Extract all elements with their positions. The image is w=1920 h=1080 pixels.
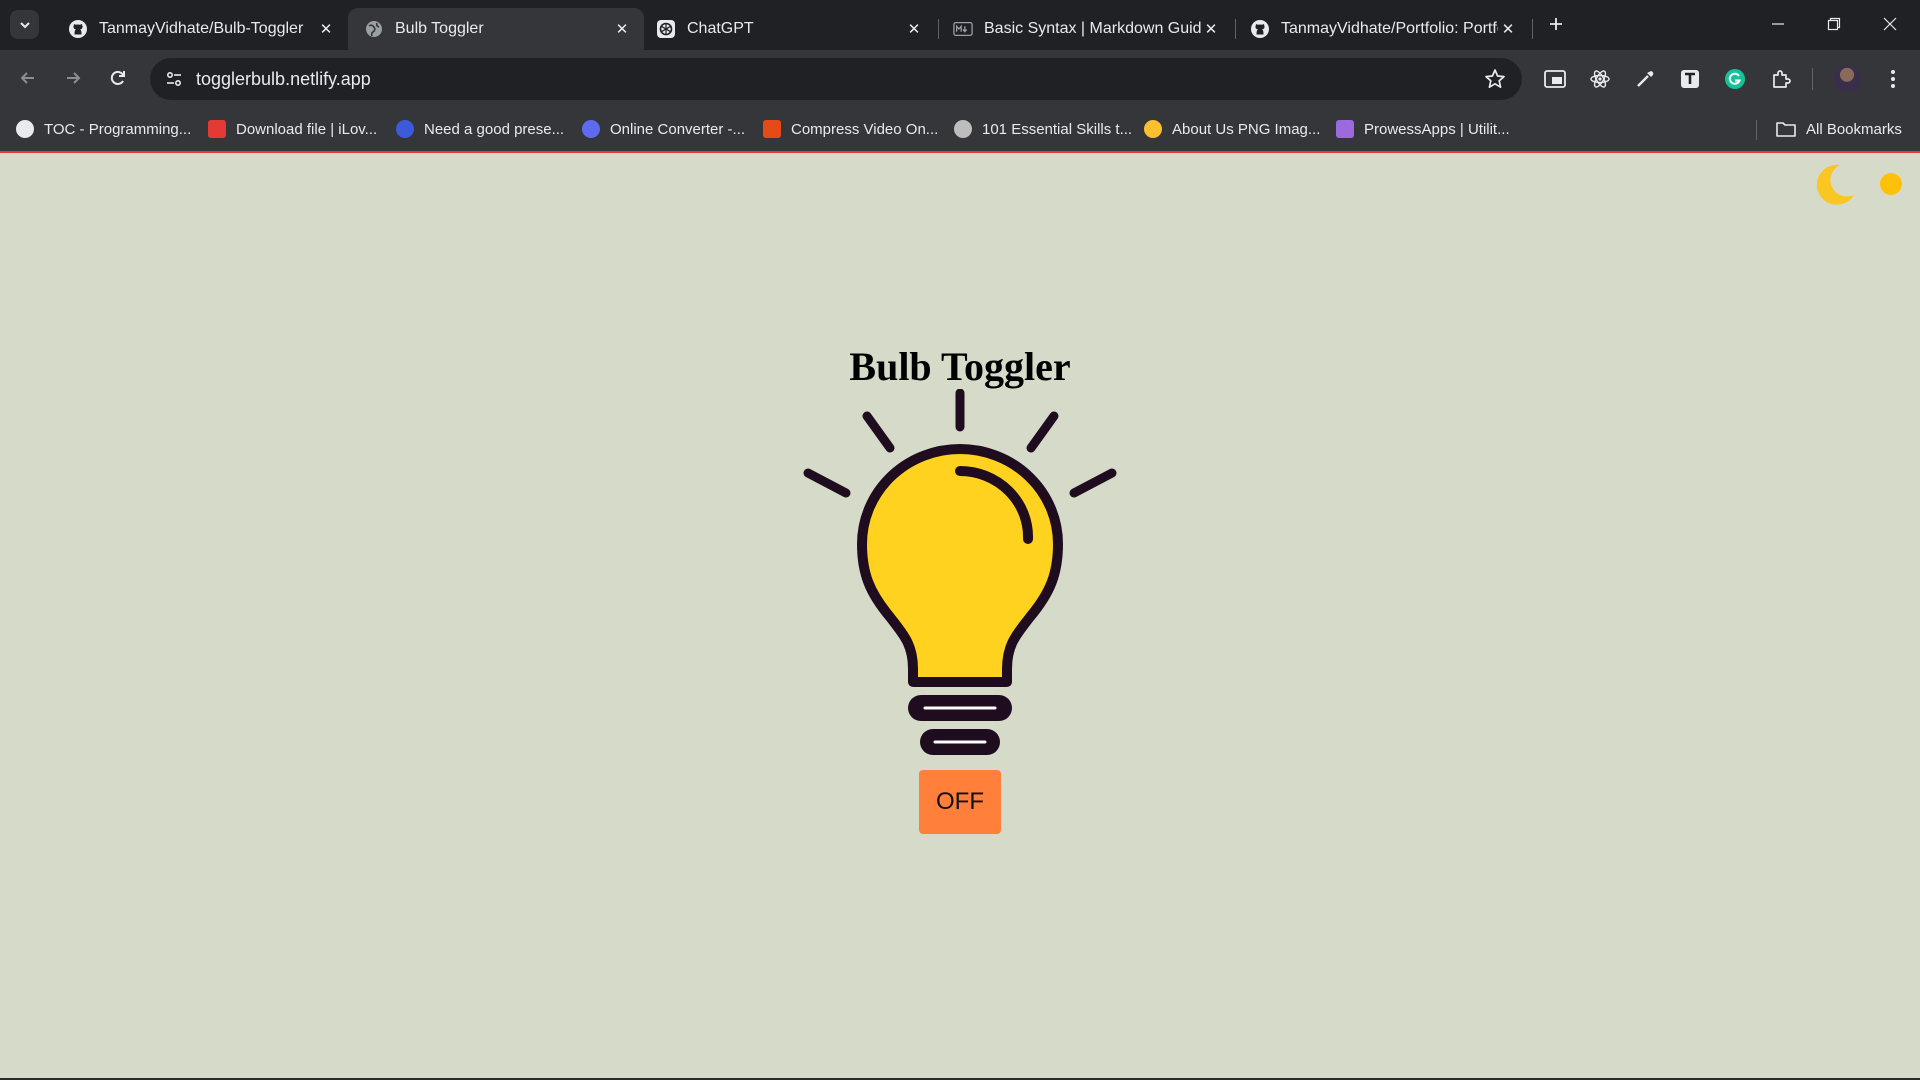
minimize-button[interactable] xyxy=(1750,0,1806,48)
bookmark-item[interactable]: TOC - Programming... xyxy=(16,116,191,142)
globe-icon xyxy=(364,19,384,39)
browser-toolbar: togglerbulb.netlify.app xyxy=(0,50,1920,108)
profile-avatar[interactable] xyxy=(1833,65,1861,93)
close-icon xyxy=(1883,17,1897,31)
bulb-ray xyxy=(803,468,851,498)
extensions-icon[interactable] xyxy=(1767,65,1795,93)
bookmark-item[interactable]: ProwessApps | Utilit... xyxy=(1336,116,1510,142)
close-window-button[interactable] xyxy=(1862,0,1918,48)
tab-separator xyxy=(1532,19,1533,39)
bookmark-label: Compress Video On... xyxy=(791,120,939,138)
picture-in-picture-icon[interactable] xyxy=(1541,65,1569,93)
bookmark-label: TOC - Programming... xyxy=(44,120,192,138)
back-button[interactable] xyxy=(10,60,46,96)
page-content: Bulb Toggler OFF xyxy=(0,153,1920,1080)
bookmark-label: Online Converter -... xyxy=(610,120,746,138)
bookmark-favicon xyxy=(16,120,34,138)
toolbar-divider xyxy=(1812,68,1813,90)
close-icon[interactable]: ✕ xyxy=(1498,19,1518,39)
tab-title: Basic Syntax | Markdown Guide xyxy=(984,20,1201,37)
tab-title: ChatGPT xyxy=(687,20,754,37)
lightbulb-icon xyxy=(803,389,1117,755)
tab-chatgpt[interactable]: ChatGPT ✕ xyxy=(640,8,936,50)
bulb-ray xyxy=(1026,411,1059,453)
reload-button[interactable] xyxy=(100,60,136,96)
tab-markdown-guide[interactable]: Basic Syntax | Markdown Guide ✕ xyxy=(937,8,1233,50)
tab-bulb-toggler[interactable]: Bulb Toggler ✕ xyxy=(348,8,644,50)
toggle-button[interactable]: OFF xyxy=(919,770,1001,834)
tab-github-portfolio[interactable]: TanmayVidhate/Portfolio: Portfo ✕ xyxy=(1234,8,1530,50)
reload-icon xyxy=(110,70,125,85)
bookmark-item[interactable]: Compress Video On... xyxy=(763,116,938,142)
bookmark-favicon xyxy=(582,120,600,138)
all-bookmarks-label: All Bookmarks xyxy=(1806,120,1902,138)
react-devtools-icon[interactable] xyxy=(1586,65,1614,93)
plus-icon xyxy=(1550,18,1562,30)
folder-icon xyxy=(1776,122,1796,137)
tab-search-button[interactable] xyxy=(10,10,39,39)
minimize-icon xyxy=(1772,23,1784,25)
bookmark-item[interactable]: Download file | iLov... xyxy=(208,116,377,142)
color-picker-icon[interactable] xyxy=(1631,65,1659,93)
bookmark-item[interactable]: Online Converter -... xyxy=(582,116,745,142)
all-bookmarks-button[interactable]: All Bookmarks xyxy=(1776,116,1902,142)
address-bar[interactable]: togglerbulb.netlify.app xyxy=(150,58,1522,100)
close-icon[interactable]: ✕ xyxy=(612,19,632,39)
close-icon[interactable]: ✕ xyxy=(316,19,336,39)
bulb-ray xyxy=(1069,468,1117,498)
github-icon xyxy=(1250,19,1270,39)
forward-button[interactable] xyxy=(55,60,91,96)
bookmark-favicon xyxy=(763,120,781,138)
browser-chrome: TanmayVidhate/Bulb-Toggler ✕ Bulb Toggle… xyxy=(0,0,1920,153)
tab-title: TanmayVidhate/Bulb-Toggler xyxy=(99,20,304,37)
bookmark-favicon xyxy=(1336,120,1354,138)
bookmarks-divider xyxy=(1756,120,1757,140)
restore-button[interactable] xyxy=(1806,0,1862,48)
url-text[interactable]: togglerbulb.netlify.app xyxy=(196,69,371,90)
bookmark-favicon xyxy=(1144,120,1162,138)
star-icon[interactable] xyxy=(1484,68,1506,90)
bookmark-label: Need a good prese... xyxy=(424,120,565,138)
bookmark-item[interactable]: Need a good prese... xyxy=(396,116,564,142)
tab-github-bulb-toggler[interactable]: TanmayVidhate/Bulb-Toggler ✕ xyxy=(52,8,348,50)
arrow-right-icon xyxy=(67,72,81,84)
chevron-down-icon xyxy=(19,21,30,28)
bookmark-label: 101 Essential Skills t... xyxy=(982,120,1133,138)
restore-icon xyxy=(1827,17,1841,31)
sun-icon[interactable] xyxy=(1874,167,1908,201)
moon-icon[interactable] xyxy=(1810,161,1858,209)
bulb-ray xyxy=(862,411,895,453)
tab-strip: TanmayVidhate/Bulb-Toggler ✕ Bulb Toggle… xyxy=(0,0,1920,50)
new-tab-button[interactable] xyxy=(1542,10,1570,38)
tab-title: TanmayVidhate/Portfolio: Portfo xyxy=(1281,20,1498,37)
bookmark-item[interactable]: 101 Essential Skills t... xyxy=(954,116,1132,142)
markdown-icon xyxy=(953,19,973,39)
menu-kebab-icon[interactable] xyxy=(1879,65,1907,93)
bookmark-label: ProwessApps | Utilit... xyxy=(1364,120,1510,138)
bookmark-label: About Us PNG Imag... xyxy=(1172,120,1321,138)
bookmark-favicon xyxy=(396,120,414,138)
close-icon[interactable]: ✕ xyxy=(1201,19,1221,39)
bookmark-item[interactable]: About Us PNG Imag... xyxy=(1144,116,1320,142)
bookmarks-bar: TOC - Programming... Download file | iLo… xyxy=(0,108,1920,151)
chatgpt-icon xyxy=(656,19,676,39)
bulb-glass xyxy=(857,444,1063,687)
grammarly-icon[interactable] xyxy=(1721,65,1749,93)
tab-title: Bulb Toggler xyxy=(395,20,484,37)
github-icon xyxy=(68,19,88,39)
site-settings-icon[interactable] xyxy=(160,65,188,93)
bookmark-label: Download file | iLov... xyxy=(236,120,378,138)
heart-icon xyxy=(208,120,226,138)
page-title: Bulb Toggler xyxy=(849,344,1071,389)
bookmark-favicon xyxy=(954,120,972,138)
text-extension-icon[interactable] xyxy=(1676,65,1704,93)
arrow-left-icon xyxy=(20,72,34,84)
close-icon[interactable]: ✕ xyxy=(904,19,924,39)
